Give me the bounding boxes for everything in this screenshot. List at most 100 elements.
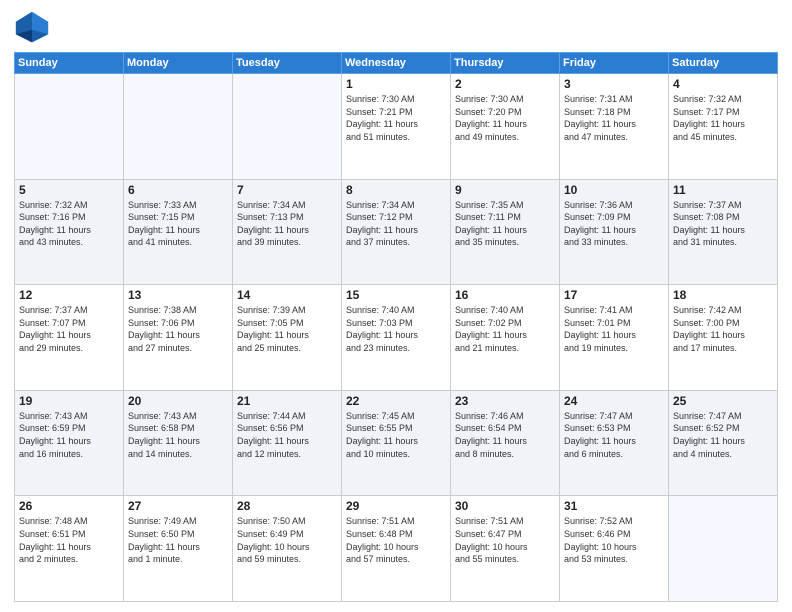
day-number: 31	[564, 499, 664, 513]
day-info: Sunrise: 7:34 AM Sunset: 7:12 PM Dayligh…	[346, 199, 446, 249]
day-info: Sunrise: 7:43 AM Sunset: 6:58 PM Dayligh…	[128, 410, 228, 460]
day-number: 11	[673, 183, 773, 197]
day-info: Sunrise: 7:38 AM Sunset: 7:06 PM Dayligh…	[128, 304, 228, 354]
day-number: 16	[455, 288, 555, 302]
day-info: Sunrise: 7:51 AM Sunset: 6:48 PM Dayligh…	[346, 515, 446, 565]
day-info: Sunrise: 7:52 AM Sunset: 6:46 PM Dayligh…	[564, 515, 664, 565]
week-row-3: 12 Sunrise: 7:37 AM Sunset: 7:07 PM Dayli…	[15, 285, 778, 391]
day-header-monday: Monday	[124, 53, 233, 74]
day-number: 3	[564, 77, 664, 91]
day-info: Sunrise: 7:48 AM Sunset: 6:51 PM Dayligh…	[19, 515, 119, 565]
day-number: 29	[346, 499, 446, 513]
day-info: Sunrise: 7:39 AM Sunset: 7:05 PM Dayligh…	[237, 304, 337, 354]
day-header-saturday: Saturday	[669, 53, 778, 74]
calendar-cell: 24 Sunrise: 7:47 AM Sunset: 6:53 PM Dayli…	[560, 390, 669, 496]
day-number: 14	[237, 288, 337, 302]
day-info: Sunrise: 7:30 AM Sunset: 7:20 PM Dayligh…	[455, 93, 555, 143]
calendar-cell: 23Sunrise: 7:46 AM Sunset: 6:54 PM Dayli…	[451, 390, 560, 496]
logo-icon	[14, 10, 50, 46]
day-number: 20	[128, 394, 228, 408]
calendar-cell: 16 Sunrise: 7:40 AM Sunset: 7:02 PM Dayli…	[451, 285, 560, 391]
day-info: Sunrise: 7:37 AM Sunset: 7:07 PM Dayligh…	[19, 304, 119, 354]
calendar-cell: 14 Sunrise: 7:39 AM Sunset: 7:05 PM Dayli…	[233, 285, 342, 391]
calendar-cell: 26 Sunrise: 7:48 AM Sunset: 6:51 PM Dayli…	[15, 496, 124, 602]
day-number: 28	[237, 499, 337, 513]
calendar-cell: 29 Sunrise: 7:51 AM Sunset: 6:48 PM Dayli…	[342, 496, 451, 602]
day-number: 17	[564, 288, 664, 302]
day-number: 6	[128, 183, 228, 197]
day-number: 13	[128, 288, 228, 302]
calendar-cell: 5Sunrise: 7:32 AM Sunset: 7:16 PM Daylig…	[15, 179, 124, 285]
calendar-cell: 10Sunrise: 7:36 AM Sunset: 7:09 PM Dayli…	[560, 179, 669, 285]
calendar-cell	[233, 74, 342, 180]
calendar-cell: 9 Sunrise: 7:35 AM Sunset: 7:11 PM Daylig…	[451, 179, 560, 285]
day-number: 18	[673, 288, 773, 302]
day-info: Sunrise: 7:45 AM Sunset: 6:55 PM Dayligh…	[346, 410, 446, 460]
calendar-cell	[669, 496, 778, 602]
calendar-cell: 30 Sunrise: 7:51 AM Sunset: 6:47 PM Dayli…	[451, 496, 560, 602]
week-row-5: 26 Sunrise: 7:48 AM Sunset: 6:51 PM Dayli…	[15, 496, 778, 602]
day-info: Sunrise: 7:34 AM Sunset: 7:13 PM Dayligh…	[237, 199, 337, 249]
day-number: 2	[455, 77, 555, 91]
header	[14, 10, 778, 46]
day-number: 12	[19, 288, 119, 302]
day-info: Sunrise: 7:32 AM Sunset: 7:17 PM Dayligh…	[673, 93, 773, 143]
page: SundayMondayTuesdayWednesdayThursdayFrid…	[0, 0, 792, 612]
calendar-body: 1 Sunrise: 7:30 AM Sunset: 7:21 PM Daylig…	[15, 74, 778, 602]
day-number: 19	[19, 394, 119, 408]
calendar: SundayMondayTuesdayWednesdayThursdayFrid…	[14, 52, 778, 602]
calendar-cell: 8 Sunrise: 7:34 AM Sunset: 7:12 PM Daylig…	[342, 179, 451, 285]
calendar-cell: 12 Sunrise: 7:37 AM Sunset: 7:07 PM Dayli…	[15, 285, 124, 391]
day-info: Sunrise: 7:42 AM Sunset: 7:00 PM Dayligh…	[673, 304, 773, 354]
day-info: Sunrise: 7:47 AM Sunset: 6:53 PM Dayligh…	[564, 410, 664, 460]
week-row-1: 1 Sunrise: 7:30 AM Sunset: 7:21 PM Daylig…	[15, 74, 778, 180]
day-info: Sunrise: 7:43 AM Sunset: 6:59 PM Dayligh…	[19, 410, 119, 460]
calendar-cell	[124, 74, 233, 180]
day-info: Sunrise: 7:47 AM Sunset: 6:52 PM Dayligh…	[673, 410, 773, 460]
day-info: Sunrise: 7:49 AM Sunset: 6:50 PM Dayligh…	[128, 515, 228, 565]
calendar-cell: 3Sunrise: 7:31 AM Sunset: 7:18 PM Daylig…	[560, 74, 669, 180]
day-info: Sunrise: 7:44 AM Sunset: 6:56 PM Dayligh…	[237, 410, 337, 460]
day-info: Sunrise: 7:37 AM Sunset: 7:08 PM Dayligh…	[673, 199, 773, 249]
day-number: 21	[237, 394, 337, 408]
calendar-cell: 17Sunrise: 7:41 AM Sunset: 7:01 PM Dayli…	[560, 285, 669, 391]
day-number: 9	[455, 183, 555, 197]
day-info: Sunrise: 7:40 AM Sunset: 7:02 PM Dayligh…	[455, 304, 555, 354]
calendar-cell: 28Sunrise: 7:50 AM Sunset: 6:49 PM Dayli…	[233, 496, 342, 602]
calendar-cell: 13 Sunrise: 7:38 AM Sunset: 7:06 PM Dayli…	[124, 285, 233, 391]
day-header-wednesday: Wednesday	[342, 53, 451, 74]
calendar-cell: 22 Sunrise: 7:45 AM Sunset: 6:55 PM Dayli…	[342, 390, 451, 496]
calendar-cell: 11 Sunrise: 7:37 AM Sunset: 7:08 PM Dayli…	[669, 179, 778, 285]
day-header-sunday: Sunday	[15, 53, 124, 74]
day-number: 4	[673, 77, 773, 91]
day-number: 27	[128, 499, 228, 513]
logo	[14, 10, 54, 46]
week-row-4: 19 Sunrise: 7:43 AM Sunset: 6:59 PM Dayli…	[15, 390, 778, 496]
calendar-cell: 4 Sunrise: 7:32 AM Sunset: 7:17 PM Daylig…	[669, 74, 778, 180]
calendar-header: SundayMondayTuesdayWednesdayThursdayFrid…	[15, 53, 778, 74]
calendar-cell: 31 Sunrise: 7:52 AM Sunset: 6:46 PM Dayli…	[560, 496, 669, 602]
calendar-cell	[15, 74, 124, 180]
day-number: 30	[455, 499, 555, 513]
day-info: Sunrise: 7:33 AM Sunset: 7:15 PM Dayligh…	[128, 199, 228, 249]
calendar-cell: 7Sunrise: 7:34 AM Sunset: 7:13 PM Daylig…	[233, 179, 342, 285]
calendar-cell: 21 Sunrise: 7:44 AM Sunset: 6:56 PM Dayli…	[233, 390, 342, 496]
week-row-2: 5Sunrise: 7:32 AM Sunset: 7:16 PM Daylig…	[15, 179, 778, 285]
day-number: 10	[564, 183, 664, 197]
day-number: 22	[346, 394, 446, 408]
day-number: 8	[346, 183, 446, 197]
day-info: Sunrise: 7:46 AM Sunset: 6:54 PM Dayligh…	[455, 410, 555, 460]
header-row: SundayMondayTuesdayWednesdayThursdayFrid…	[15, 53, 778, 74]
day-info: Sunrise: 7:30 AM Sunset: 7:21 PM Dayligh…	[346, 93, 446, 143]
calendar-cell: 25 Sunrise: 7:47 AM Sunset: 6:52 PM Dayli…	[669, 390, 778, 496]
day-number: 26	[19, 499, 119, 513]
day-number: 24	[564, 394, 664, 408]
calendar-cell: 15Sunrise: 7:40 AM Sunset: 7:03 PM Dayli…	[342, 285, 451, 391]
calendar-cell: 18 Sunrise: 7:42 AM Sunset: 7:00 PM Dayli…	[669, 285, 778, 391]
day-info: Sunrise: 7:51 AM Sunset: 6:47 PM Dayligh…	[455, 515, 555, 565]
day-number: 1	[346, 77, 446, 91]
day-number: 25	[673, 394, 773, 408]
day-info: Sunrise: 7:40 AM Sunset: 7:03 PM Dayligh…	[346, 304, 446, 354]
day-number: 5	[19, 183, 119, 197]
day-info: Sunrise: 7:35 AM Sunset: 7:11 PM Dayligh…	[455, 199, 555, 249]
